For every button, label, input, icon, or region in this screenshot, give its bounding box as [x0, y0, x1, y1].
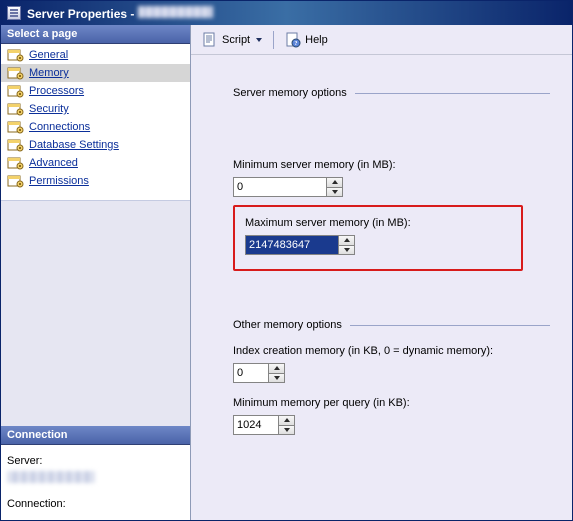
- sidebar-item-connections[interactable]: Connections: [1, 118, 190, 136]
- sidebar-item-label: Connections: [29, 121, 90, 133]
- help-label: Help: [305, 34, 328, 46]
- arrow-up-icon: [284, 418, 290, 422]
- spinner-up-button[interactable]: [269, 364, 284, 373]
- spinner-up-button[interactable]: [279, 416, 294, 425]
- sidebar-item-security[interactable]: Security: [1, 100, 190, 118]
- arrow-up-icon: [274, 366, 280, 370]
- sidebar-item-label: Database Settings: [29, 139, 119, 151]
- server-name-value: [7, 471, 95, 483]
- sidebar-item-label: Security: [29, 103, 69, 115]
- spinner-down-button[interactable]: [279, 425, 294, 435]
- left-spacer: [1, 200, 190, 426]
- svg-text:?: ?: [295, 41, 298, 47]
- spinner-down-button[interactable]: [269, 373, 284, 383]
- window-title: Server Properties -: [27, 6, 213, 21]
- max-memory-label: Maximum server memory (in MB):: [245, 217, 495, 229]
- max-memory-spinner[interactable]: [245, 235, 355, 255]
- sidebar-item-label: Advanced: [29, 157, 78, 169]
- page-icon: [7, 120, 25, 134]
- connection-label: Connection:: [7, 498, 184, 510]
- group-title: Other memory options: [233, 319, 342, 331]
- left-panel: Select a page General Memory Processors …: [1, 25, 191, 520]
- spinner-down-button[interactable]: [327, 187, 342, 197]
- right-panel: Script ? Help Server memory options: [191, 25, 572, 520]
- page-list: General Memory Processors Security Conne…: [1, 44, 190, 200]
- toolbar: Script ? Help: [191, 25, 572, 55]
- toolbar-separator: [273, 31, 274, 49]
- sidebar-item-general[interactable]: General: [1, 46, 190, 64]
- window-title-server-name: [138, 6, 213, 18]
- arrow-down-icon: [344, 248, 350, 252]
- page-icon: [7, 174, 25, 188]
- page-icon: [7, 156, 25, 170]
- arrow-up-icon: [344, 238, 350, 242]
- sidebar-item-database-settings[interactable]: Database Settings: [1, 136, 190, 154]
- index-memory-input[interactable]: [234, 364, 268, 382]
- min-memory-input[interactable]: [234, 178, 326, 196]
- group-divider: [350, 325, 550, 326]
- index-memory-spinner[interactable]: [233, 363, 285, 383]
- group-title: Server memory options: [233, 87, 347, 99]
- arrow-down-icon: [332, 190, 338, 194]
- min-memory-spinner[interactable]: [233, 177, 343, 197]
- sidebar-item-advanced[interactable]: Advanced: [1, 154, 190, 172]
- other-memory-options-group: Other memory options Index creation memo…: [233, 319, 550, 435]
- server-label: Server:: [7, 455, 184, 467]
- page-icon: [7, 138, 25, 152]
- sidebar-item-label: Permissions: [29, 175, 89, 187]
- spinner-up-button[interactable]: [339, 236, 354, 245]
- dropdown-caret-icon: [256, 38, 262, 42]
- script-button[interactable]: Script: [197, 29, 267, 51]
- page-icon: [7, 66, 25, 80]
- arrow-down-icon: [284, 428, 290, 432]
- min-query-input[interactable]: [234, 416, 278, 434]
- max-memory-input[interactable]: [246, 236, 338, 254]
- page-icon: [7, 48, 25, 62]
- sidebar-item-memory[interactable]: Memory: [1, 64, 190, 82]
- server-properties-window: Server Properties - Select a page Genera…: [0, 0, 573, 521]
- min-query-label: Minimum memory per query (in KB):: [233, 397, 550, 409]
- connection-box: Server: Connection:: [1, 445, 190, 520]
- sidebar-item-processors[interactable]: Processors: [1, 82, 190, 100]
- spinner-up-button[interactable]: [327, 178, 342, 187]
- help-icon: ?: [285, 32, 301, 48]
- script-label: Script: [222, 34, 250, 46]
- server-icon: [7, 6, 21, 20]
- script-icon: [202, 32, 218, 48]
- page-icon: [7, 84, 25, 98]
- sidebar-item-label: General: [29, 49, 68, 61]
- max-memory-highlight: Maximum server memory (in MB):: [233, 205, 523, 271]
- arrow-up-icon: [332, 180, 338, 184]
- sidebar-item-label: Memory: [29, 67, 69, 79]
- min-memory-label: Minimum server memory (in MB):: [233, 159, 550, 171]
- sidebar-item-label: Processors: [29, 85, 84, 97]
- titlebar[interactable]: Server Properties -: [1, 1, 572, 25]
- help-button[interactable]: ? Help: [280, 29, 333, 51]
- select-page-header: Select a page: [1, 25, 190, 44]
- page-icon: [7, 102, 25, 116]
- spinner-down-button[interactable]: [339, 245, 354, 255]
- index-memory-label: Index creation memory (in KB, 0 = dynami…: [233, 345, 550, 357]
- server-memory-options-group: Server memory options Minimum server mem…: [233, 87, 550, 271]
- sidebar-item-permissions[interactable]: Permissions: [1, 172, 190, 190]
- arrow-down-icon: [274, 376, 280, 380]
- connection-header: Connection: [1, 426, 190, 445]
- min-query-spinner[interactable]: [233, 415, 295, 435]
- content-area: Server memory options Minimum server mem…: [191, 55, 572, 520]
- group-divider: [355, 93, 550, 94]
